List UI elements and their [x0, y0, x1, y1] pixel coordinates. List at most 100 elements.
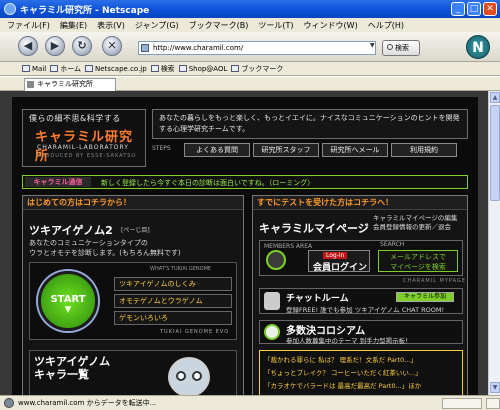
link-genome-variety[interactable]: ゲモンいろいろ	[114, 311, 232, 325]
chat-title: チャットルーム	[286, 294, 349, 304]
topic-item[interactable]: 「カラオケでバラードは 最高だ最高だ Part0...」ほか	[264, 380, 458, 393]
ticker-badge: キャラミル通信	[25, 177, 91, 187]
tukiai-genome-panel: WHAT'S TUKIAI GENOME START ▼ ツキアイゲノムのしくみ…	[29, 262, 237, 340]
scroll-up-icon[interactable]: ▲	[490, 92, 500, 103]
connection-icon	[4, 398, 14, 408]
topic-item[interactable]: 「ちょっとブレイク？ コーヒーいただく紅茶いい...」	[264, 367, 458, 380]
member-section: すでにテストを受けた方はコチラへ！ キャラミルマイページ キャラミルマイページの…	[252, 195, 468, 395]
search-label: SEARCH	[380, 241, 405, 248]
members-area: MEMBERS AREA SEARCH Log-in 会員ログイン メールアドレ…	[259, 240, 463, 276]
menu-file[interactable]: ファイル(F)	[2, 20, 55, 31]
colosseum-icon	[264, 324, 280, 340]
bookmark-icon	[85, 65, 94, 72]
character-list-title: ツキアイゲノム キャラ一覧	[34, 355, 111, 381]
tab-charamil[interactable]: キャラミル研究所	[24, 78, 116, 91]
pb-bookmarks[interactable]: ブックマーク	[231, 64, 283, 74]
chat-icon	[264, 292, 280, 310]
staff-link[interactable]: 研究所スタッフ	[253, 143, 319, 157]
page-viewport[interactable]: 僕らの細不思&科学する キャラミル研究所 CHARAMIL-LABORATORY…	[0, 91, 488, 395]
chat-room-banner[interactable]: チャットルーム キャラミル参加 登録FREE! 誰でも参加 ツキアイゲノム CH…	[259, 288, 463, 314]
link-omote-ura[interactable]: オモテゲノムとウラゲノム	[114, 294, 232, 308]
window-controls: _ □ ✕	[451, 2, 497, 16]
link-genome-mechanism[interactable]: ツキアイゲノムのしくみ	[114, 277, 232, 291]
forward-button[interactable]: ▶	[45, 36, 65, 56]
mail-search-button[interactable]: メールアドレスで マイページを検索	[378, 250, 458, 272]
mail-link[interactable]: 研究所へメール	[322, 143, 388, 157]
login-button[interactable]: Log-in 会員ログイン	[308, 250, 370, 273]
members-area-label: MEMBERS AREA	[264, 243, 313, 250]
terms-link[interactable]: 利用規約	[391, 143, 457, 157]
folder-icon	[231, 65, 240, 72]
tukiai-genome-description: あなたのコミュニケーションタイプの ウラとオモテを診断します。(もちろん無料です…	[29, 239, 181, 257]
login-tag: Log-in	[323, 252, 348, 259]
login-label: 会員ログイン	[312, 263, 367, 273]
tab-favicon-icon	[27, 81, 34, 88]
pb-mail[interactable]: Mail	[22, 65, 46, 73]
news-ticker: キャラミル通信 新しく登録したら今すぐ本日の診断は面白いですね。（ローミング）	[22, 175, 468, 189]
site-catchphrase: 僕らの細不思&科学する	[29, 114, 121, 123]
pb-netscape[interactable]: Netscape.co.jp	[85, 65, 147, 73]
search-button[interactable]: 検索	[382, 40, 420, 56]
back-button[interactable]: ◀	[18, 36, 38, 56]
vote-colosseum-banner[interactable]: 多数決コロシアム 参加人数募集中のテーマ 到手力型掲示板！	[259, 320, 463, 345]
pb-shop[interactable]: Shop@AOL	[178, 65, 227, 73]
chat-join-button[interactable]: キャラミル参加	[396, 292, 454, 302]
maximize-button[interactable]: □	[467, 2, 481, 16]
tab-label: キャラミル研究所	[37, 80, 93, 88]
netscape-app-icon	[4, 3, 16, 15]
vertical-scrollbar[interactable]: ▲ ▼	[488, 91, 500, 395]
address-dropdown-icon[interactable]: ▼	[370, 42, 375, 49]
tukiai-links: ツキアイゲノムのしくみ オモテゲノムとウラゲノム ゲモンいろいろ	[114, 277, 232, 328]
mypage-description: キャラミルマイページの編集 会員登録情報の更新／退会	[373, 214, 458, 231]
new-user-heading: はじめての方はコチラから！	[23, 196, 243, 210]
start-arrow-icon: ▼	[64, 305, 72, 315]
stop-button[interactable]: ✕	[102, 36, 122, 56]
page-icon	[141, 44, 149, 52]
menu-window[interactable]: ウィンドウ(W)	[299, 20, 363, 31]
scroll-thumb[interactable]	[490, 105, 500, 201]
pb-home[interactable]: ホーム	[50, 64, 81, 74]
chat-subtitle: 登録FREE! 誰でも参加 ツキアイゲノム CHAT ROOM!	[286, 306, 445, 314]
status-bar: www.charamil.com からデータを転送中...	[0, 395, 500, 410]
address-text: http://www.charamil.com/	[153, 44, 244, 52]
site-container: 僕らの細不思&科学する キャラミル研究所 CHARAMIL-LABORATORY…	[12, 97, 478, 395]
progress-box	[442, 397, 482, 409]
scroll-down-icon[interactable]: ▼	[490, 382, 500, 393]
faq-link[interactable]: よくある質問	[184, 143, 250, 157]
tukiai-genome-page: [ぺーじ目]	[121, 227, 150, 234]
window-titlebar: キャラミル研究所 - Netscape _ □ ✕	[0, 0, 500, 18]
tukiai-brand: TUKIAI GENOME EVO	[160, 329, 230, 335]
menu-edit[interactable]: 編集(E)	[55, 20, 92, 31]
netscape-throbber-icon[interactable]: N	[466, 35, 490, 59]
menu-help[interactable]: ヘルプ(H)	[363, 20, 409, 31]
site-logo-en: CHARAMIL-LABORATORY	[37, 144, 129, 151]
pb-search[interactable]: 検索	[150, 64, 175, 74]
mypage-title: キャラミルマイページ	[259, 222, 369, 235]
menu-tools[interactable]: ツール(T)	[253, 20, 298, 31]
menu-bookmarks[interactable]: ブックマーク(B)	[184, 20, 254, 31]
home-icon	[50, 65, 59, 72]
menu-go[interactable]: ジャンプ(G)	[130, 20, 184, 31]
site-logo-produced: PRODUCED BY ESSE-SAKATSU	[37, 153, 137, 159]
start-button[interactable]: START ▼	[38, 271, 98, 331]
shop-icon	[178, 65, 187, 72]
mail-icon	[22, 65, 30, 72]
steps-label: STEPS	[152, 145, 171, 152]
address-bar[interactable]: http://www.charamil.com/	[138, 41, 376, 55]
character-list-banner[interactable]: ツキアイゲノム キャラ一覧	[29, 350, 237, 395]
personal-toolbar: Mail ホーム Netscape.co.jp 検索 Shop@AOL ブックマ…	[0, 62, 500, 76]
ticker-text[interactable]: 新しく登録したら今すぐ本日の診断は面白いですね。（ローミング）	[101, 178, 314, 188]
minimize-button[interactable]: _	[451, 2, 465, 16]
member-icon	[266, 250, 286, 270]
tab-bar: キャラミル研究所	[0, 77, 500, 91]
reload-button[interactable]: ↻	[72, 36, 92, 56]
topic-item[interactable]: 「裁かれる罪らに 私は？ 理系だ！文系だ Part0...」	[264, 354, 458, 367]
search-button-label: 検索	[395, 44, 409, 52]
window-title: キャラミル研究所 - Netscape	[20, 5, 150, 16]
security-icon	[486, 397, 500, 409]
close-button[interactable]: ✕	[483, 2, 497, 16]
menu-view[interactable]: 表示(V)	[92, 20, 130, 31]
new-user-section: はじめての方はコチラから！ ツキアイゲノム2 [ぺーじ目] あなたのコミュニケー…	[22, 195, 244, 395]
start-label: START	[50, 294, 86, 305]
menu-bar: ファイル(F) 編集(E) 表示(V) ジャンプ(G) ブックマーク(B) ツー…	[0, 18, 500, 32]
